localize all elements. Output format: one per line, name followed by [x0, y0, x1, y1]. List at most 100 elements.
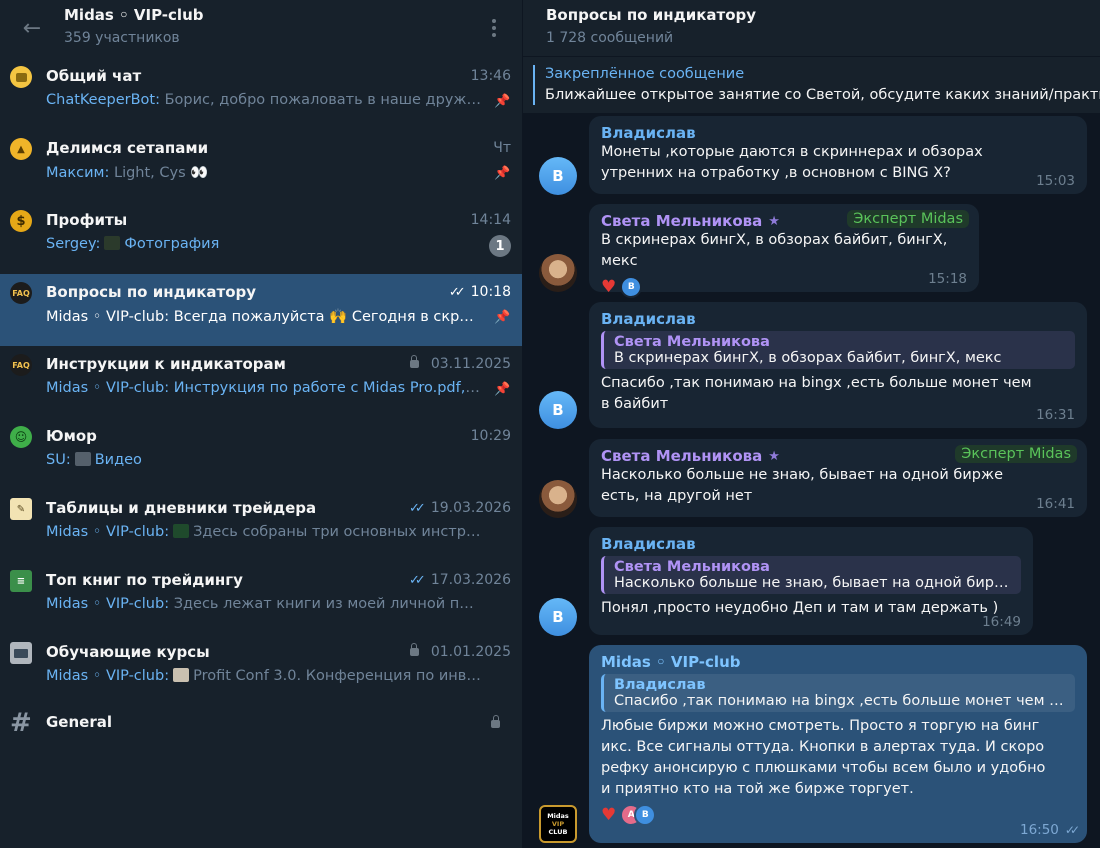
- reactions[interactable]: ♥ В: [601, 276, 967, 298]
- star-icon: ★: [768, 213, 780, 229]
- topic-item[interactable]: ☺ Юмор 10:29 SU: Видео: [0, 418, 522, 490]
- preview-text: Фотография: [124, 236, 220, 252]
- lock-icon: [409, 355, 419, 368]
- topic-time: 01.01.2025: [409, 643, 511, 660]
- logo-text: CLUB: [548, 828, 568, 836]
- reaction-avatar: В: [634, 804, 657, 826]
- reply-name: Света Мельникова: [614, 559, 770, 575]
- reactions[interactable]: ♥ А В: [601, 804, 1075, 826]
- topic-time: ✓✓ 19.03.2026: [409, 500, 511, 516]
- memo-icon: ✎: [10, 498, 32, 520]
- message-text: Монеты ,которые даются в скриннерах и об…: [601, 144, 983, 181]
- topics-panel: ← Midas ◦ VIP-club 359 участников Общий …: [0, 0, 522, 848]
- preview-sender: Sergey:: [46, 236, 101, 252]
- message-text: Спасибо ,так понимаю на bingx ,есть боль…: [601, 375, 1032, 412]
- sender-name[interactable]: Владислав: [601, 124, 1075, 142]
- preview-text: Инструкция по работе с Midas Pro.pdf, На…: [169, 380, 482, 396]
- topic-item[interactable]: ≡ Топ книг по трейдингу ✓✓ 17.03.2026 Mid…: [0, 562, 522, 634]
- message-bubble[interactable]: Владислав Монеты ,которые даются в скрин…: [589, 116, 1087, 194]
- sender-name-text: Света Мельникова: [601, 447, 763, 465]
- avatar-logo[interactable]: Midas VIP CLUB: [539, 805, 577, 843]
- message-bubble-own[interactable]: Midas ◦ VIP-club Владислав Спасибо ,так …: [589, 645, 1087, 843]
- topic-time: 13:46: [470, 68, 511, 84]
- message-bubble[interactable]: Света Мельникова ★ Эксперт Midas В скрине…: [589, 204, 979, 298]
- topic-preview: Midas ◦ VIP-club: Здесь лежат книги из м…: [46, 596, 482, 612]
- double-check-icon: ✓✓: [1064, 823, 1080, 837]
- avatar-photo[interactable]: [539, 480, 577, 518]
- message-time: 15:03: [1036, 173, 1075, 189]
- topic-time: 14:14: [470, 212, 511, 228]
- message-bubble[interactable]: Владислав Света Мельникова Насколько бол…: [589, 527, 1033, 635]
- topic-preview: Midas ◦ VIP-club: Здесь собраны три основ…: [46, 524, 482, 540]
- topic-list: Общий чат 13:46 ChatKeeperBot: Борис, до…: [0, 58, 522, 706]
- back-arrow-icon[interactable]: ←: [18, 14, 46, 42]
- reply-name: Владислав: [614, 677, 706, 693]
- reply-text: В скринерах бингХ, в обзорах байбит, бин…: [614, 350, 1002, 366]
- avatar[interactable]: В: [539, 391, 577, 429]
- message-bubble[interactable]: Света Мельникова ★ Эксперт Midas Наскольк…: [589, 439, 1087, 517]
- topic-title: Общий чат: [46, 67, 142, 85]
- topic-item[interactable]: Обучающие курсы 01.01.2025 Midas ◦ VIP-c…: [0, 634, 522, 706]
- chart-emoji-icon: [173, 524, 190, 538]
- more-menu-icon[interactable]: [484, 14, 504, 42]
- pinned-message-bar[interactable]: Закреплённое сообщение Ближайшее открыто…: [523, 57, 1100, 113]
- message-bubble[interactable]: Владислав Света Мельникова В скринерах б…: [589, 302, 1087, 428]
- reply-quote[interactable]: Света Мельникова В скринерах бингХ, в об…: [601, 331, 1075, 369]
- sender-name[interactable]: Владислав: [601, 535, 1021, 553]
- topic-item-general[interactable]: # General: [0, 706, 522, 742]
- topic-preview: Максим: Light, Cys 👀: [46, 164, 482, 181]
- preview-sender: Midas ◦ VIP-club:: [46, 380, 170, 396]
- avatar-photo[interactable]: [539, 254, 577, 292]
- reply-text: Насколько больше не знаю, бывает на одно…: [614, 575, 1013, 591]
- pin-icon: 📌: [494, 166, 511, 181]
- topic-item[interactable]: ✎ Таблицы и дневники трейдера ✓✓ 19.03.20…: [0, 490, 522, 562]
- pin-icon: 📌: [494, 94, 511, 109]
- topic-title: Юмор: [46, 427, 97, 445]
- preview-text: Видео: [94, 452, 142, 468]
- topic-title: Инструкции к индикаторам: [46, 355, 286, 373]
- topic-item[interactable]: ▲ Делимся сетапами Чт Максим: Light, Cys…: [0, 130, 522, 202]
- chat-header[interactable]: Вопросы по индикатору 1 728 сообщений: [523, 0, 1100, 56]
- pinned-text: Ближайшее открытое занятие со Светой, об…: [545, 87, 1100, 103]
- topic-preview: Midas ◦ VIP-club: Profit Conf 3.0. Конфер…: [46, 668, 482, 684]
- message-time: 16:49: [982, 614, 1021, 630]
- sender-name[interactable]: Владислав: [601, 310, 1075, 328]
- preview-sender: Midas ◦ VIP-club:: [46, 596, 170, 612]
- sender-name-text: Света Мельникова: [601, 212, 763, 230]
- role-badge: Эксперт Midas: [955, 445, 1077, 463]
- preview-sender: Midas ◦ VIP-club:: [46, 309, 170, 325]
- topic-title: Профиты: [46, 211, 128, 229]
- reply-quote[interactable]: Света Мельникова Насколько больше не зна…: [601, 556, 1021, 594]
- topic-item[interactable]: FAQ Инструкции к индикаторам 03.11.2025 …: [0, 346, 522, 418]
- sender-name[interactable]: Midas ◦ VIP-club: [601, 653, 1075, 671]
- topic-item-active[interactable]: FAQ Вопросы по индикатору ✓✓ 10:18 Midas …: [0, 274, 522, 346]
- topic-time: 03.11.2025: [409, 355, 511, 372]
- topic-item[interactable]: Общий чат 13:46 ChatKeeperBot: Борис, до…: [0, 58, 522, 130]
- faq-icon: FAQ: [10, 282, 32, 304]
- topic-time: ✓✓ 17.03.2026: [409, 572, 511, 588]
- logo-text: Midas: [547, 812, 569, 820]
- topic-preview: Midas ◦ VIP-club: Инструкция по работе с…: [46, 380, 482, 396]
- avatar[interactable]: В: [539, 598, 577, 636]
- double-check-icon: ✓✓: [448, 284, 466, 300]
- message-count: 1 728 сообщений: [546, 30, 674, 46]
- topic-preview: ChatKeeperBot: Борис, добро пожаловать в…: [46, 92, 482, 108]
- bell-icon: ▲: [10, 138, 32, 160]
- preview-text: Здесь лежат книги из моей личной подборк…: [173, 596, 482, 612]
- topic-item[interactable]: $ Профиты 14:14 Sergey: Фотография 1: [0, 202, 522, 274]
- reaction-avatar: В: [620, 276, 643, 298]
- message-time: 16:50 ✓✓: [1020, 822, 1080, 838]
- topic-title: General: [46, 713, 112, 731]
- topic-time: ✓✓ 10:18: [449, 284, 511, 300]
- books-icon: ≡: [10, 570, 32, 592]
- topic-title: Таблицы и дневники трейдера: [46, 499, 317, 517]
- topic-title: Топ книг по трейдингу: [46, 571, 243, 589]
- group-member-count: 359 участников: [64, 30, 180, 46]
- pin-icon: 📌: [494, 310, 511, 325]
- reply-quote[interactable]: Владислав Спасибо ,так понимаю на bingx …: [601, 674, 1075, 712]
- avatar[interactable]: В: [539, 157, 577, 195]
- pinned-label: Закреплённое сообщение: [545, 66, 745, 82]
- message-time: 15:18: [928, 271, 967, 287]
- topic-time-text: 03.11.2025: [430, 356, 511, 372]
- topic-time: Чт: [493, 140, 511, 156]
